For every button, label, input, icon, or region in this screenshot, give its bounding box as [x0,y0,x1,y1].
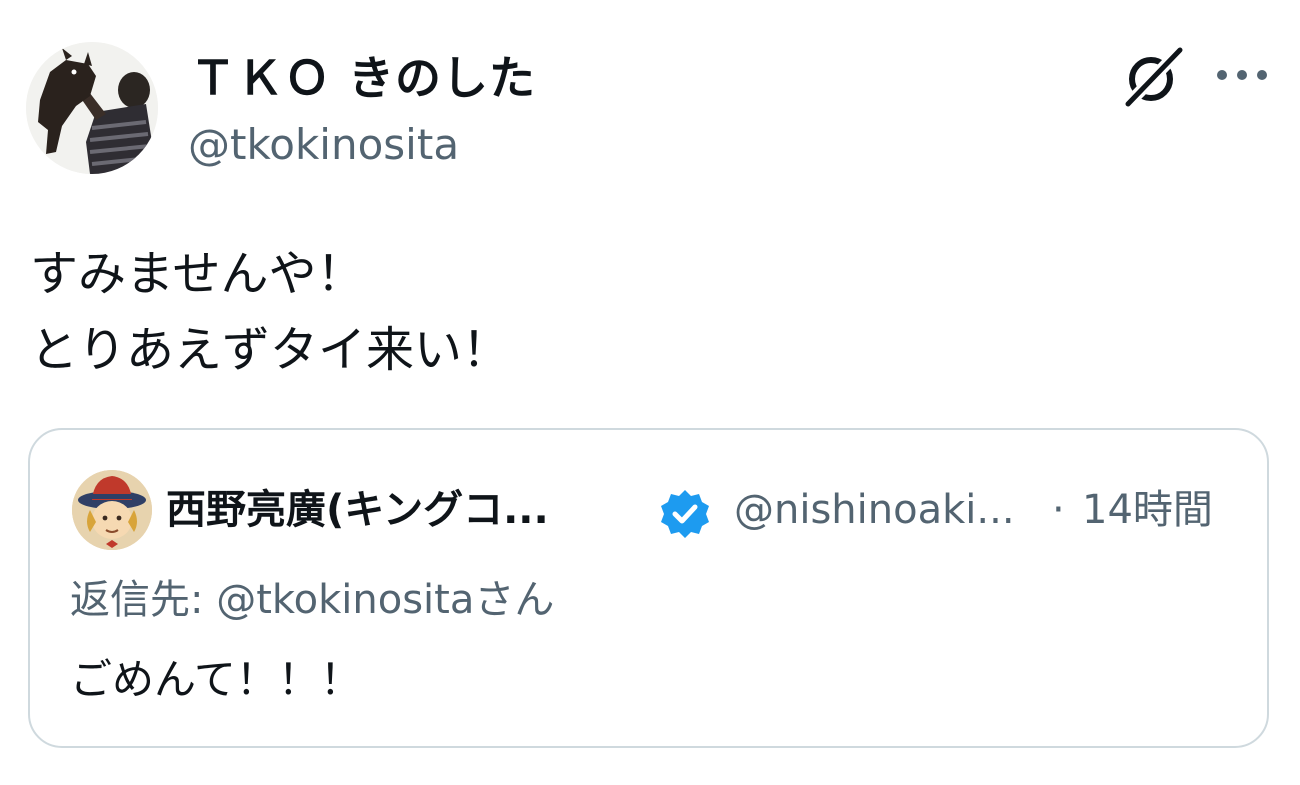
verified-badge-icon [658,487,712,541]
reply-context: 返信先: @tkokinositaさん [70,572,554,628]
quoted-post-text: ごめんて！！！ [70,655,362,704]
quoted-author-avatar[interactable] [72,470,152,550]
quoted-author-display-name[interactable]: 西野亮廣(キングコ... [166,484,549,536]
post: ＴＫＯ きのした @tkokinosita すみませんや！ とりあえずタイ来い！ [0,0,1300,785]
grok-icon[interactable] [1120,44,1186,110]
reply-to-handle[interactable]: @tkokinosita [216,577,474,623]
quoted-post-card[interactable]: 西野亮廣(キングコ... @nishinoaki... · 14時間 返信先: … [28,428,1269,748]
separator-dot: · [1052,487,1065,533]
author-handle[interactable]: @tkokinosita [188,118,459,172]
quoted-post-timestamp[interactable]: 14時間 [1082,484,1213,536]
post-text-line: すみませんや！ [30,246,365,302]
more-options-icon[interactable] [1214,62,1270,88]
author-display-name[interactable]: ＴＫＯ きのした [190,50,536,106]
reply-prefix: 返信先: [70,577,217,623]
quoted-author-handle[interactable]: @nishinoaki... [734,484,1015,536]
post-text: すみませんや！ とりあえずタイ来い！ [30,236,510,388]
author-avatar[interactable] [26,42,158,174]
reply-suffix: さん [474,577,555,623]
post-text-line: とりあえずタイ来い！ [30,322,511,378]
